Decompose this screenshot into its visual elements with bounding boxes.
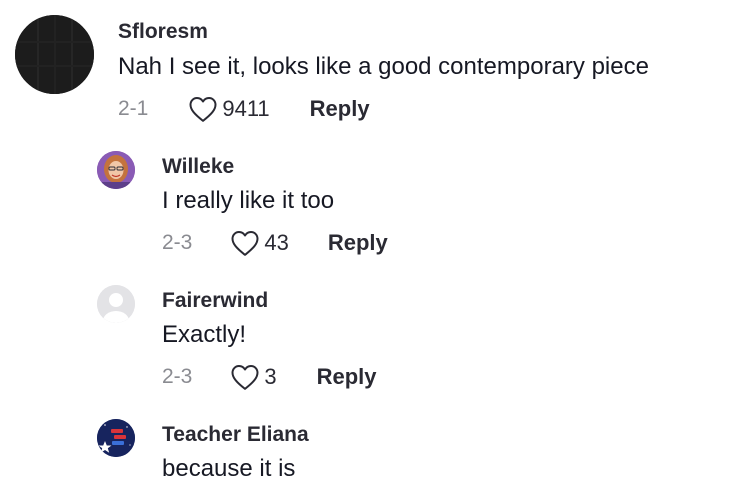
comment-date: 2-3 bbox=[162, 365, 193, 388]
heart-outline-icon bbox=[231, 365, 259, 390]
like-count: 9411 bbox=[222, 96, 270, 121]
like-button[interactable]: 3 bbox=[230, 363, 277, 391]
avatar-image bbox=[97, 419, 135, 457]
avatar-fairerwind[interactable] bbox=[97, 285, 135, 323]
like-button[interactable]: 43 bbox=[230, 229, 289, 257]
comment-text: I really like it too bbox=[162, 187, 335, 214]
like-count: 43 bbox=[264, 230, 289, 255]
comment-text: Exactly! bbox=[162, 321, 247, 348]
reply-button[interactable]: Reply bbox=[310, 96, 370, 122]
comment-meta: 2-3 43 Reply bbox=[162, 228, 388, 258]
avatar-willeke[interactable] bbox=[97, 151, 135, 189]
like-button[interactable]: 9411 bbox=[188, 95, 270, 123]
comment-username[interactable]: Sfloresm bbox=[118, 20, 208, 44]
comment-username[interactable]: Teacher Eliana bbox=[162, 423, 309, 447]
comment-text: Nah I see it, looks like a good contempo… bbox=[118, 53, 649, 80]
user-silhouette-icon bbox=[97, 285, 135, 323]
heart-outline-icon bbox=[189, 97, 217, 122]
reply-button[interactable]: Reply bbox=[317, 364, 377, 390]
like-count: 3 bbox=[264, 364, 277, 389]
comment-meta: 2-1 9411 Reply bbox=[118, 94, 370, 124]
comment-username[interactable]: Willeke bbox=[162, 155, 234, 179]
heart-outline-icon bbox=[231, 231, 259, 256]
comment-meta: 2-3 3 Reply bbox=[162, 362, 377, 392]
avatar-image bbox=[97, 151, 135, 189]
comment-date: 2-1 bbox=[118, 97, 149, 120]
comment-username[interactable]: Fairerwind bbox=[162, 289, 268, 313]
comment-date: 2-3 bbox=[162, 231, 193, 254]
comment-text: because it is bbox=[162, 455, 296, 482]
avatar-teacher-eliana[interactable] bbox=[97, 419, 135, 457]
avatar-image bbox=[15, 15, 94, 94]
avatar-sfloresm[interactable] bbox=[15, 15, 94, 94]
reply-button[interactable]: Reply bbox=[328, 230, 388, 256]
